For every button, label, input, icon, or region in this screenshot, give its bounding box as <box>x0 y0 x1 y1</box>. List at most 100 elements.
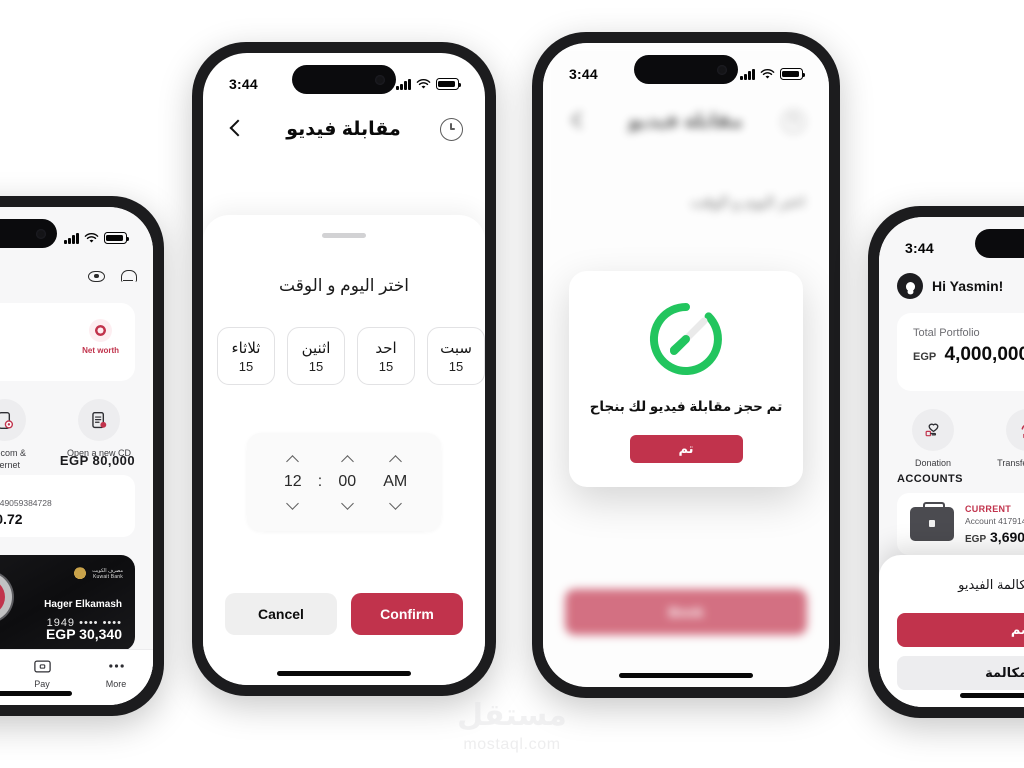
day-number: 15 <box>378 358 394 374</box>
quick-action-transfer-self[interactable]: Transfer to self <box>991 409 1024 481</box>
clock-icon[interactable] <box>439 117 463 141</box>
dynamic-island <box>0 219 57 248</box>
day-number: 15 <box>238 358 254 374</box>
bank-logo: مصرف الكويت Kuwait Bank <box>73 566 123 582</box>
greeting-text: Hi Yasmin! <box>932 278 1004 294</box>
header-icons-left <box>88 269 137 284</box>
account-balance-value: 3,690.72 <box>990 528 1024 545</box>
account-info: CURRENT Account 4179149059384728 EGP 3,6… <box>0 486 52 527</box>
bank-name-en: Kuwait Bank <box>93 574 123 580</box>
portfolio-card-left: folio 00,000.00 Net worth <box>0 303 135 381</box>
account-number: Account 4179149059384 <box>965 515 1024 526</box>
certificate-icon <box>78 399 120 441</box>
tab-label: More <box>105 679 127 689</box>
bell-icon[interactable] <box>121 269 137 284</box>
greeting-row-left: smin! <box>0 261 137 291</box>
meridiem-increment-icon[interactable] <box>389 456 402 464</box>
portfolio-currency: EGP <box>913 351 937 363</box>
time-separator: : <box>317 472 323 490</box>
account-type: CURRENT <box>965 503 1012 514</box>
dynamic-island <box>975 229 1024 258</box>
bank-name: مصرف الكويت Kuwait Bank <box>92 568 123 580</box>
day-chips-row: سبت 15 احد 15 اثنين 15 ثلاثاء 15 <box>217 327 485 385</box>
account-balance: EGP 3,690.72 <box>0 511 52 527</box>
tab-more[interactable]: More <box>79 658 153 689</box>
wifi-icon <box>84 232 99 243</box>
quick-action-donation[interactable]: Donation <box>897 409 969 481</box>
join-call-button[interactable]: انضم <box>897 613 1024 647</box>
green-clock-icon <box>646 299 726 379</box>
account-card-right[interactable]: CURRENT Account 4179149059384 EGP 3,690.… <box>897 493 1024 555</box>
home-indicator <box>619 673 753 678</box>
sheet-drag-handle[interactable] <box>322 233 366 238</box>
phone-left-home: smin! folio 00,000.00 Net worth <box>0 196 164 716</box>
status-time: 3:44 <box>229 76 258 92</box>
account-balance-value: 3,690.72 <box>0 510 23 527</box>
minute-value[interactable]: 00 <box>338 473 356 491</box>
call-message: حان دورك لمكالمة الفيديو <box>958 577 1024 592</box>
datetime-sheet: اختر اليوم و الوقت سبت 15 احد 15 اثنين 1… <box>203 215 485 685</box>
day-chip[interactable]: اثنين 15 <box>287 327 345 385</box>
quick-action-label: Transfer to self <box>997 458 1024 468</box>
avatar[interactable] <box>897 273 923 299</box>
telecom-icon <box>0 399 26 441</box>
accounts-heading: ACCOUNTS <box>897 473 963 485</box>
status-icons <box>740 68 806 80</box>
phone-success-modal: مقابلة فيديو اختر اليوم و الوقت Book 3:4… <box>532 32 840 698</box>
dynamic-island <box>634 55 738 84</box>
briefcase-icon <box>910 502 954 541</box>
screenshot-canvas: smin! folio 00,000.00 Net worth <box>0 0 1024 768</box>
credit-card-left[interactable]: مصرف الكويت Kuwait Bank Hager Elkamash 1… <box>0 555 135 651</box>
phone-success-screen: مقابلة فيديو اختر اليوم و الوقت Book 3:4… <box>543 43 829 687</box>
watermark: مستقل mostaql.com <box>457 698 567 754</box>
day-chip[interactable]: ثلاثاء 15 <box>217 327 275 385</box>
net-worth-chip[interactable]: Net worth <box>82 319 119 355</box>
card-amount: EGP 30,340 <box>45 626 122 642</box>
cancel-button[interactable]: Cancel <box>225 593 337 635</box>
transfer-icon <box>1006 409 1024 451</box>
signal-icon <box>64 232 79 244</box>
meridiem-value[interactable]: AM <box>383 473 407 491</box>
hour-value[interactable]: 12 <box>284 473 302 491</box>
day-name: احد <box>375 339 397 357</box>
phone-datetime-picker: 3:44 مقابلة فيديو اختر اليوم و الوقت سبت… <box>192 42 496 696</box>
day-name: ثلاثاء <box>231 339 261 357</box>
hour-increment-icon[interactable] <box>286 456 299 464</box>
account-number: Account 4179149059384728 <box>0 497 52 508</box>
meridiem-stepper: AM <box>372 456 418 508</box>
net-worth-label: Net worth <box>82 346 119 355</box>
day-number: 15 <box>448 358 464 374</box>
status-icons <box>64 232 130 244</box>
cancel-call-button[interactable]: الغاء المكالمة <box>897 656 1024 690</box>
day-chip[interactable]: سبت 15 <box>427 327 485 385</box>
account-info: CURRENT Account 4179149059384 EGP 3,690.… <box>965 504 1024 545</box>
signal-icon <box>740 68 755 80</box>
home-indicator <box>960 693 1024 698</box>
wifi-icon <box>416 78 431 89</box>
page-title: مقابلة فيديو <box>286 118 401 140</box>
back-chevron-icon[interactable] <box>225 118 247 140</box>
battery-icon <box>436 78 462 90</box>
status-time: 3:44 <box>569 66 598 82</box>
minute-increment-icon[interactable] <box>341 456 354 464</box>
done-button[interactable]: تم <box>629 435 743 463</box>
status-time: 3:44 <box>905 240 934 256</box>
accounts-heading-row: ACCOUNTS E <box>897 473 1024 485</box>
section-right-value: EGP 80,000 <box>59 453 135 468</box>
tab-pay[interactable]: Pay <box>5 658 79 689</box>
day-chip[interactable]: احد 15 <box>357 327 415 385</box>
account-card-left[interactable]: CURRENT Account 4179149059384728 EGP 3,6… <box>0 475 135 537</box>
success-modal: تم حجز مقابلة فيديو لك بنجاح تم <box>569 271 803 487</box>
eye-icon[interactable] <box>88 270 105 282</box>
phone-right-home: 3:44 Hi Yasmin! Total Portfolio EGP 4,00… <box>868 206 1024 718</box>
minute-decrement-icon[interactable] <box>341 500 354 508</box>
pie-chart-icon <box>89 319 113 342</box>
meridiem-decrement-icon[interactable] <box>389 500 402 508</box>
hour-decrement-icon[interactable] <box>286 500 299 508</box>
donation-icon <box>912 409 954 451</box>
home-indicator <box>277 671 411 676</box>
confirm-button[interactable]: Confirm <box>351 593 463 635</box>
account-balance: EGP 3,690.72 <box>965 529 1024 545</box>
signal-icon <box>396 78 411 90</box>
quick-action-label: Donation <box>914 458 952 468</box>
